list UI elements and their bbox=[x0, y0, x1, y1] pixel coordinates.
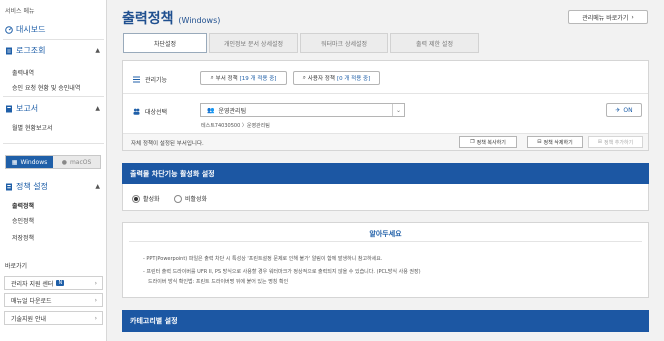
copy-icon: ❐ bbox=[470, 139, 475, 145]
sidebar-item-label: 대시보드 bbox=[16, 25, 46, 34]
os-toggle-macos[interactable]: ● macOS bbox=[53, 156, 100, 168]
target-label: 대상선택 bbox=[133, 107, 167, 116]
sidebar-item-report[interactable]: 보고서 bbox=[5, 103, 38, 114]
target-path: 테스트74030500 〉운영관리팀 bbox=[201, 123, 270, 129]
divider bbox=[3, 143, 104, 144]
dept-policy-button[interactable]: ⌕ 부서 정책 [19 개 적용 중] bbox=[200, 71, 287, 85]
sidebar-subitem-approval-history[interactable]: 승인 요청 현황 및 승인내역 bbox=[12, 83, 80, 92]
notice-line: 드라이버 방식 확인법: 프린트 드라이버명 뒤에 붙어 있는 명칭 확인 bbox=[148, 279, 289, 285]
service-menu-heading: 서비스 메뉴 bbox=[5, 8, 35, 15]
search-icon: ⌕ bbox=[302, 74, 306, 81]
notice-title: 알아두세요 bbox=[369, 230, 402, 238]
tab-privacy-settings[interactable]: 개인정보 문서 상세설정 bbox=[209, 33, 298, 53]
shortcut-admin-center[interactable]: 관리자 지원 센터 N › bbox=[4, 276, 103, 290]
tab-block-settings[interactable]: 차단설정 bbox=[123, 33, 207, 53]
block-section-body: 활성화 비활성화 bbox=[122, 184, 649, 211]
notice-box: 알아두세요 - PPT(Powerpoint) 파일은 출력 차단 시 특성상 … bbox=[122, 222, 649, 298]
block-section-title: 출력물 차단기능 활성화 설정 bbox=[122, 163, 649, 184]
policy-footer-bar: 자체 정책이 설정된 부서입니다. ❐ 정책 복사하기 ⊟ 정책 삭제하기 ⊞ … bbox=[123, 133, 648, 150]
delete-icon: ⊟ bbox=[537, 139, 542, 145]
sidebar-item-log[interactable]: 로그조회 bbox=[5, 45, 45, 56]
sidebar-item-label: 로그조회 bbox=[16, 46, 46, 55]
radio-disable[interactable]: 비활성화 bbox=[174, 194, 207, 203]
on-toggle-button[interactable]: ✈ ON bbox=[606, 103, 642, 117]
divider bbox=[3, 96, 104, 97]
sidebar-subitem-print-policy[interactable]: 출력정책 bbox=[12, 201, 34, 210]
sidebar-item-label: 정책 설정 bbox=[16, 182, 48, 191]
sidebar-item-dashboard[interactable]: 대시보드 bbox=[5, 24, 45, 35]
chevron-right-icon: › bbox=[94, 296, 97, 304]
page-subtitle: (Windows) bbox=[178, 16, 221, 25]
user-policy-button[interactable]: ⌕ 사용자 정책 [0 개 적용 중] bbox=[293, 71, 380, 85]
chevron-right-icon: › bbox=[94, 314, 97, 322]
sidebar-subitem-storage-policy[interactable]: 저장정책 bbox=[12, 233, 34, 242]
tab-watermark-settings[interactable]: 워터마크 상세설정 bbox=[300, 33, 388, 53]
radio-unselected-icon bbox=[174, 194, 182, 203]
copy-policy-button[interactable]: ❐ 정책 복사하기 bbox=[459, 136, 517, 148]
sidebar-subitem-monthly-report[interactable]: 월별 현황보고서 bbox=[12, 123, 53, 132]
new-badge: N bbox=[56, 280, 65, 286]
apple-icon: ● bbox=[61, 158, 67, 166]
tab-print-limit-settings[interactable]: 출력 제한 설정 bbox=[390, 33, 479, 53]
add-icon: ⊞ bbox=[597, 139, 602, 145]
pin-icon: ✈ bbox=[615, 106, 621, 114]
radio-enable[interactable]: 활성화 bbox=[132, 194, 160, 203]
divider bbox=[123, 93, 648, 94]
add-policy-button[interactable]: ⊞ 정책 추가하기 bbox=[588, 136, 643, 148]
target-select[interactable]: 👥 운영관리팀 ⌄ bbox=[200, 103, 405, 117]
chevron-up-icon[interactable]: ▲ bbox=[95, 47, 100, 54]
radio-selected-icon bbox=[132, 194, 140, 203]
search-icon: ⌕ bbox=[210, 74, 214, 81]
policy-icon bbox=[6, 183, 12, 190]
shortcut-tech-support[interactable]: 기술지원 안내 › bbox=[4, 311, 103, 325]
sidebar-subitem-approval-policy[interactable]: 승인정책 bbox=[12, 216, 34, 225]
admin-menu-button[interactable]: 관리메뉴 바로가기 › bbox=[568, 10, 648, 24]
policy-panel: 관리기능 ⌕ 부서 정책 [19 개 적용 중] ⌕ 사용자 정책 [0 개 적… bbox=[122, 60, 649, 151]
shortcut-manual-download[interactable]: 매뉴얼 다운로드 › bbox=[4, 293, 103, 307]
chevron-down-icon: ⌄ bbox=[392, 104, 404, 116]
chevron-up-icon[interactable]: ▲ bbox=[95, 105, 100, 112]
sidebar-item-policy[interactable]: 정책 설정 bbox=[5, 181, 48, 192]
sidebar-subitem-print-history[interactable]: 출력내역 bbox=[12, 68, 34, 77]
page-title: 출력정책 (Windows) bbox=[122, 11, 221, 27]
category-section-title: 카테고리별 설정 bbox=[122, 310, 649, 332]
divider bbox=[129, 241, 642, 242]
shortcuts-heading: 바로가기 bbox=[5, 263, 28, 270]
chevron-right-icon: › bbox=[631, 13, 634, 21]
chevron-right-icon: › bbox=[94, 279, 97, 287]
report-icon bbox=[6, 105, 12, 112]
users-icon bbox=[133, 108, 140, 115]
dashboard-icon bbox=[5, 25, 13, 34]
divider bbox=[3, 39, 104, 40]
sidebar-item-label: 보고서 bbox=[16, 104, 39, 113]
notice-line: - PPT(Powerpoint) 파일은 출력 차단 시 특성상 '프린트설정… bbox=[143, 256, 383, 262]
main-content: 출력정책 (Windows) 관리메뉴 바로가기 › 차단설정 개인정보 문서 … bbox=[107, 0, 664, 341]
delete-policy-button[interactable]: ⊟ 정책 삭제하기 bbox=[527, 136, 583, 148]
chevron-up-icon[interactable]: ▲ bbox=[95, 183, 100, 190]
function-label: 관리기능 bbox=[133, 75, 167, 84]
windows-icon: ▦ bbox=[11, 158, 18, 166]
sidebar: 서비스 메뉴 대시보드 로그조회 ▲ 출력내역 승인 요청 현황 및 승인내역 … bbox=[0, 0, 107, 341]
policy-status-message: 자체 정책이 설정된 부서입니다. bbox=[131, 141, 204, 147]
list-icon bbox=[133, 76, 140, 83]
users-icon: 👥 bbox=[207, 106, 215, 114]
document-icon bbox=[6, 47, 12, 54]
os-toggle: ▦ Windows ● macOS bbox=[5, 155, 101, 169]
os-toggle-windows[interactable]: ▦ Windows bbox=[6, 156, 53, 168]
notice-line: - 프린터 출력 드라이버를 UFR II, PS 방식으로 사용할 경우 워터… bbox=[143, 269, 421, 275]
